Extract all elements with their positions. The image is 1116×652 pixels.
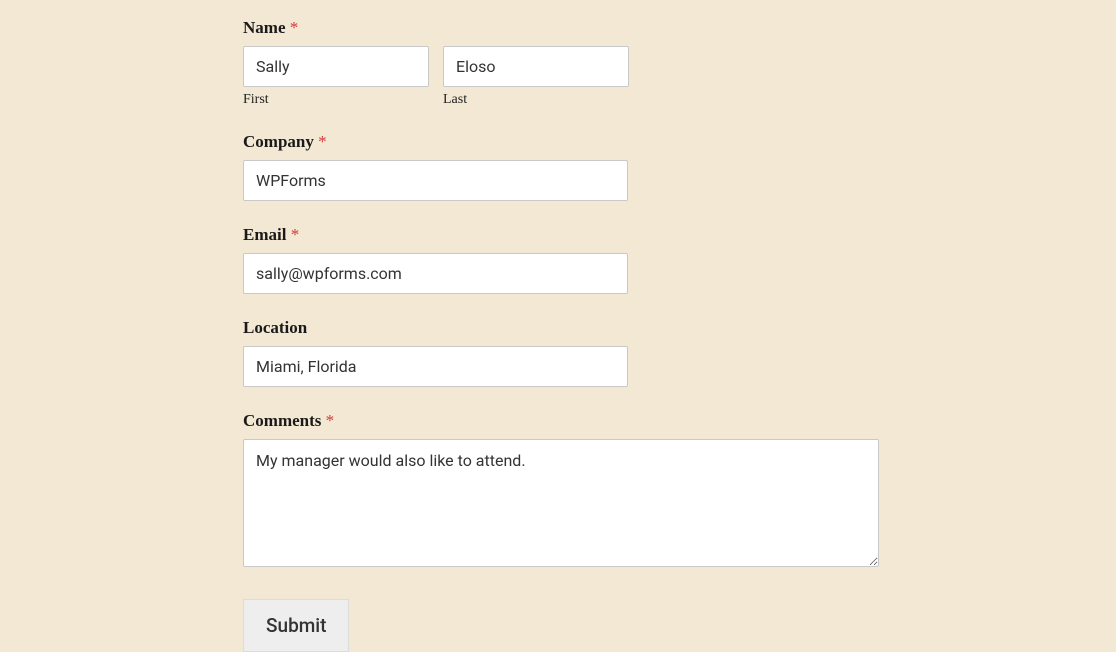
email-label-text: Email (243, 225, 286, 244)
submit-wrap: Submit (243, 599, 883, 652)
first-name-col: First (243, 46, 429, 108)
email-label: Email * (243, 225, 883, 245)
company-required-mark: * (318, 132, 327, 151)
email-input[interactable] (243, 253, 628, 294)
submit-button[interactable]: Submit (243, 599, 349, 652)
name-label-text: Name (243, 18, 285, 37)
location-input[interactable] (243, 346, 628, 387)
name-row: First Last (243, 46, 883, 108)
email-required-mark: * (291, 225, 300, 244)
email-field: Email * (243, 225, 883, 294)
comments-textarea[interactable]: My manager would also like to attend. (243, 439, 879, 567)
last-name-col: Last (443, 46, 629, 108)
last-name-sublabel: Last (443, 92, 629, 108)
location-label-text: Location (243, 318, 307, 337)
company-field: Company * (243, 132, 883, 201)
company-label-text: Company (243, 132, 314, 151)
event-registration-form: Name * First Last Company * Email * (243, 18, 883, 652)
location-label: Location (243, 318, 883, 338)
location-field: Location (243, 318, 883, 387)
first-name-input[interactable] (243, 46, 429, 87)
last-name-input[interactable] (443, 46, 629, 87)
name-label: Name * (243, 18, 883, 38)
comments-required-mark: * (326, 411, 335, 430)
company-input[interactable] (243, 160, 628, 201)
comments-label-text: Comments (243, 411, 321, 430)
comments-label: Comments * (243, 411, 883, 431)
name-field: Name * First Last (243, 18, 883, 108)
company-label: Company * (243, 132, 883, 152)
comments-field: Comments * My manager would also like to… (243, 411, 883, 571)
first-name-sublabel: First (243, 92, 429, 108)
name-required-mark: * (290, 18, 299, 37)
